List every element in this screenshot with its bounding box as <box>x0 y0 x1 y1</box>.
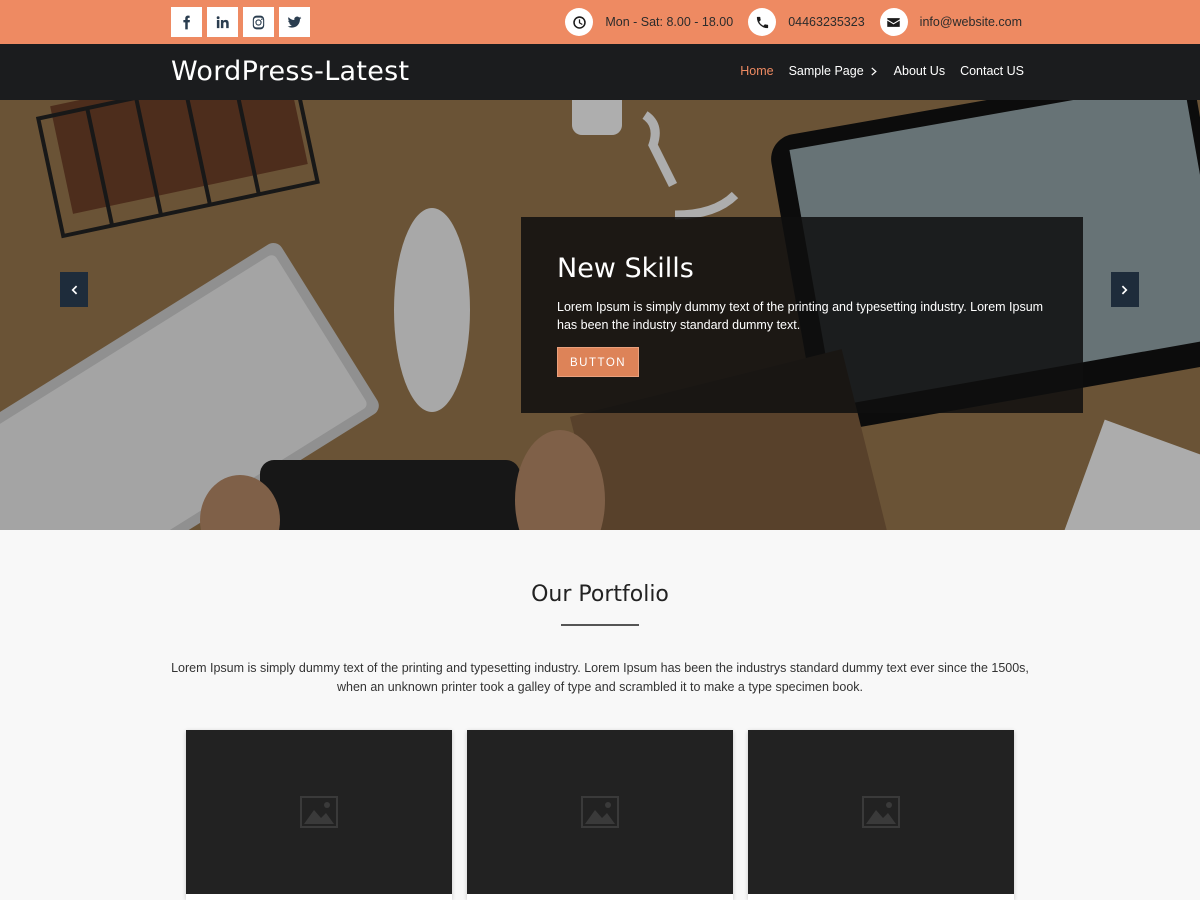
portfolio-card[interactable] <box>467 730 733 900</box>
portfolio-description: Lorem Ipsum is simply dummy text of the … <box>171 661 1029 694</box>
card-footer <box>467 894 733 900</box>
card-footer <box>186 894 452 900</box>
nav-item-about-us[interactable]: About Us <box>894 64 945 78</box>
social-links <box>171 7 310 37</box>
slide-caption: New Skills Lorem Ipsum is simply dummy t… <box>521 217 1083 413</box>
contact-info: Mon - Sat: 8.00 - 18.00 04463235323 info… <box>550 7 1022 37</box>
site-header: WordPress-Latest Home Sample Page About … <box>0 44 1200 100</box>
card-image <box>467 730 733 894</box>
portfolio-heading: Our Portfolio <box>531 582 669 607</box>
slide-title: New Skills <box>557 253 694 284</box>
email-contact[interactable]: info@website.com <box>879 8 1022 36</box>
portfolio-cards <box>186 730 1014 900</box>
card-image <box>748 730 1014 894</box>
clock-icon-circle <box>565 8 594 36</box>
image-placeholder-icon <box>862 796 900 828</box>
chevron-right-icon <box>871 66 877 76</box>
chevron-right-icon <box>1121 285 1128 294</box>
portfolio-card[interactable] <box>748 730 1014 900</box>
phone-contact[interactable]: 04463235323 <box>748 8 865 36</box>
nav-item-sample-page[interactable]: Sample Page <box>789 64 879 78</box>
hero-slider: New Skills Lorem Ipsum is simply dummy t… <box>0 100 1200 530</box>
site-title[interactable]: WordPress-Latest <box>171 56 409 87</box>
phone-text: 04463235323 <box>788 15 865 29</box>
clock-icon <box>573 15 586 29</box>
heading-underline <box>561 624 639 626</box>
slide-text: Lorem Ipsum is simply dummy text of the … <box>557 300 1044 332</box>
linkedin-link[interactable] <box>207 7 238 37</box>
twitter-link[interactable] <box>279 7 310 37</box>
portfolio-card[interactable] <box>186 730 452 900</box>
nav-home-label: Home <box>740 64 774 78</box>
phone-icon <box>756 16 768 28</box>
instagram-link[interactable] <box>243 7 274 37</box>
nav-sample-page-label: Sample Page <box>788 64 864 78</box>
facebook-link[interactable] <box>171 7 202 37</box>
slider-prev-button[interactable] <box>60 272 88 307</box>
nav-item-home[interactable]: Home <box>740 64 773 78</box>
nav-contact-label: Contact US <box>960 64 1024 78</box>
envelope-icon <box>887 17 900 27</box>
opening-hours: Mon - Sat: 8.00 - 18.00 <box>565 8 733 36</box>
instagram-icon <box>252 15 265 29</box>
image-placeholder-icon <box>581 796 619 828</box>
nav-item-contact-us[interactable]: Contact US <box>960 64 1024 78</box>
email-text: info@website.com <box>919 15 1022 29</box>
card-image <box>186 730 452 894</box>
hours-text: Mon - Sat: 8.00 - 18.00 <box>605 15 734 29</box>
image-placeholder-icon <box>300 796 338 828</box>
linkedin-icon <box>216 15 229 28</box>
nav-about-label: About Us <box>893 64 946 78</box>
slide-button[interactable]: BUTTON <box>557 347 640 377</box>
envelope-icon-circle <box>879 8 908 36</box>
card-footer <box>748 894 1014 900</box>
chevron-left-icon <box>71 285 78 294</box>
main-nav: Home Sample Page About Us Contact US <box>740 64 1024 78</box>
top-bar: Mon - Sat: 8.00 - 18.00 04463235323 info… <box>0 0 1200 44</box>
slider-next-button[interactable] <box>1111 272 1139 307</box>
twitter-icon <box>287 16 302 28</box>
phone-icon-circle <box>748 8 777 36</box>
facebook-icon <box>183 15 190 29</box>
